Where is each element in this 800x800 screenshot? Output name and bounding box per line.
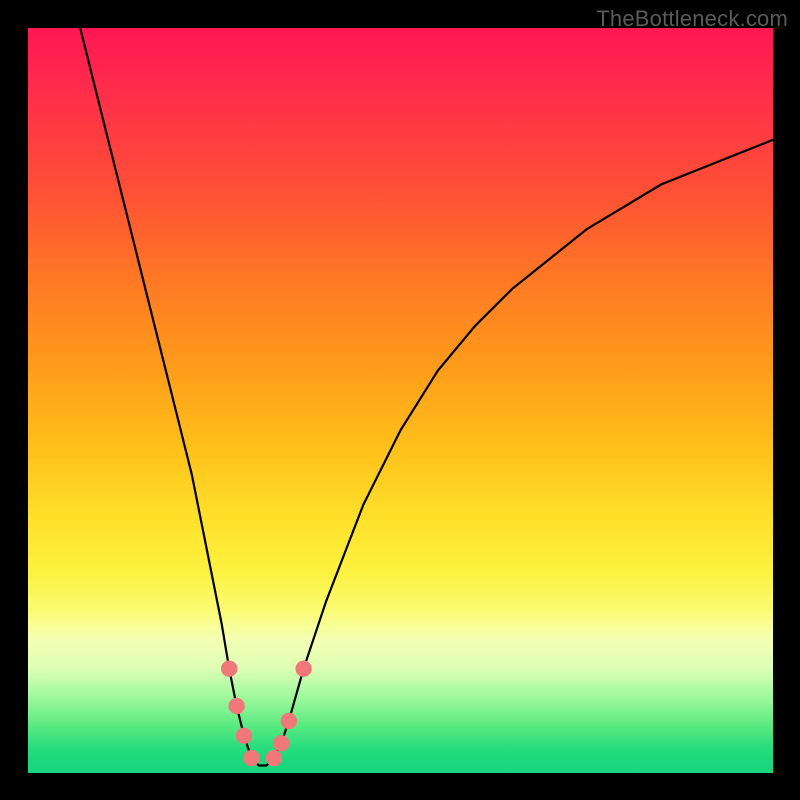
curve-marker: [273, 735, 289, 751]
curve-marker: [236, 728, 252, 744]
plot-area: [28, 28, 773, 773]
bottleneck-curve-path: [80, 28, 773, 766]
curve-svg: [28, 28, 773, 773]
curve-marker: [266, 750, 282, 766]
curve-marker: [243, 750, 259, 766]
curve-marker: [228, 698, 244, 714]
chart-outer-frame: TheBottleneck.com: [0, 0, 800, 800]
marker-group: [221, 661, 312, 767]
curve-marker: [295, 661, 311, 677]
curve-marker: [221, 661, 237, 677]
watermark-text: TheBottleneck.com: [596, 6, 788, 32]
curve-marker: [281, 713, 297, 729]
